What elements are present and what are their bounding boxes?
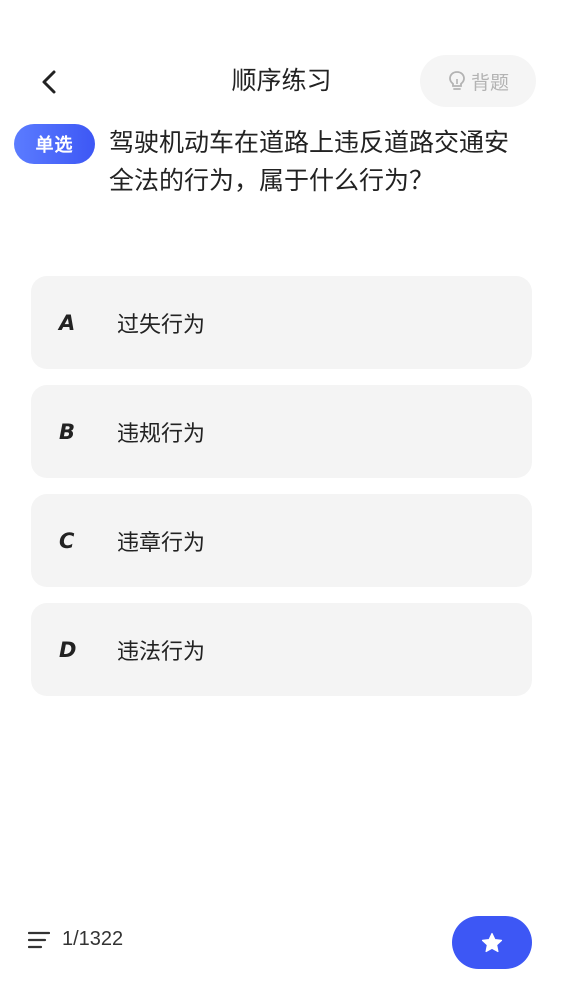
lightbulb-icon bbox=[447, 70, 467, 92]
option-letter: D bbox=[59, 637, 77, 662]
option-c[interactable]: C 违章行为 bbox=[31, 494, 532, 587]
question-list-button[interactable]: 1/1322 bbox=[28, 928, 123, 951]
favorite-button[interactable] bbox=[452, 916, 532, 969]
option-d[interactable]: D 违法行为 bbox=[31, 603, 532, 696]
options-list: A 过失行为 B 违规行为 C 违章行为 D 违法行为 bbox=[31, 276, 532, 712]
option-text: 过失行为 bbox=[117, 312, 206, 338]
hint-label: 背题 bbox=[470, 71, 509, 94]
option-text: 违章行为 bbox=[117, 530, 206, 556]
option-letter: B bbox=[59, 419, 76, 444]
option-letter: A bbox=[59, 310, 76, 335]
footer-bar: 1/1322 bbox=[0, 915, 563, 970]
progress-counter: 1/1322 bbox=[62, 928, 124, 950]
question-type-badge: 单选 bbox=[14, 124, 95, 164]
option-a[interactable]: A 过失行为 bbox=[31, 276, 532, 369]
option-text: 违法行为 bbox=[117, 639, 206, 665]
question-text: 驾驶机动车在道路上违反道路交通安全法的行为，属于什么行为？ bbox=[109, 128, 510, 195]
option-b[interactable]: B 违规行为 bbox=[31, 385, 532, 478]
header-bar: 顺序练习 背题 bbox=[0, 50, 563, 112]
option-letter: C bbox=[59, 528, 75, 553]
option-text: 违规行为 bbox=[117, 421, 206, 447]
menu-list-icon bbox=[28, 931, 50, 948]
hint-button[interactable]: 背题 bbox=[420, 55, 536, 107]
star-icon bbox=[481, 932, 503, 952]
